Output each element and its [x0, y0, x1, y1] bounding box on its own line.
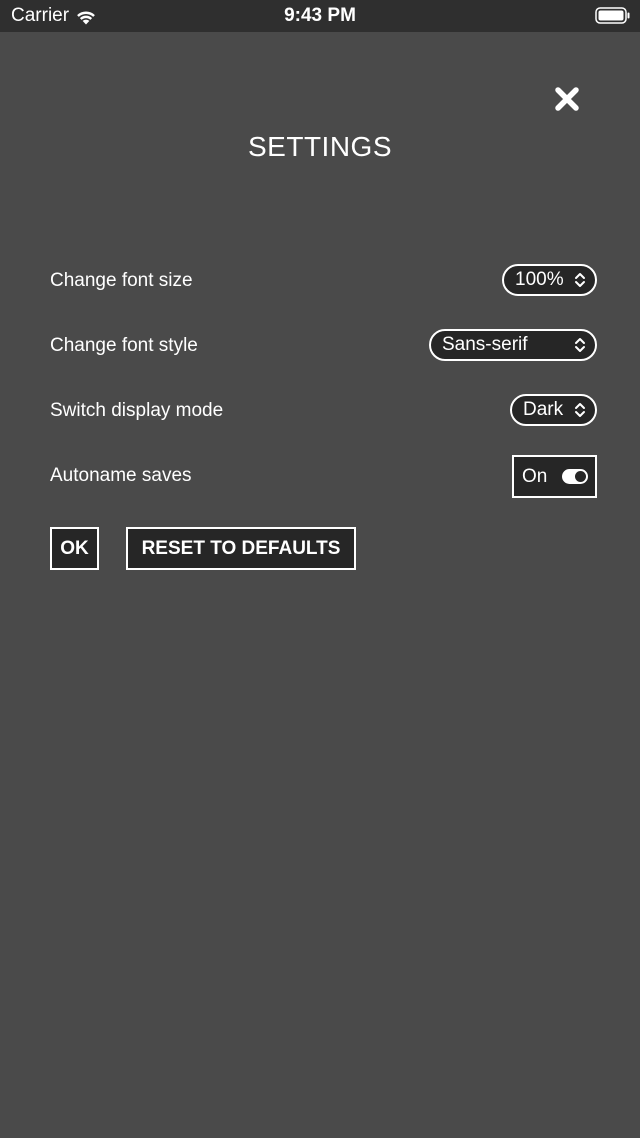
battery-icon [595, 7, 631, 24]
toggle-knob [575, 471, 586, 482]
toggle-switch-icon [562, 469, 588, 484]
status-bar: Carrier 9:43 PM [0, 0, 640, 32]
autoname-value: On [522, 465, 548, 487]
display-mode-label: Switch display mode [50, 400, 224, 421]
page-title: SETTINGS [247, 131, 392, 162]
chevron-up-down-icon [574, 402, 586, 418]
font-style-label: Change font style [50, 335, 198, 356]
close-button[interactable] [552, 84, 582, 114]
font-style-value: Sans-serif [442, 334, 528, 355]
status-time: 9:43 PM [284, 5, 356, 26]
chevron-up-down-icon [574, 272, 586, 288]
autoname-toggle[interactable]: On [512, 455, 597, 498]
display-mode-select[interactable]: Dark [510, 394, 597, 426]
autoname-label: Autoname saves [50, 465, 192, 486]
font-style-select[interactable]: Sans-serif [429, 329, 597, 361]
display-mode-value: Dark [523, 399, 564, 420]
font-size-label: Change font size [50, 270, 193, 291]
font-size-value: 100% [515, 269, 564, 290]
close-icon [552, 84, 582, 114]
ok-button[interactable]: OK [50, 527, 99, 570]
reset-to-defaults-button[interactable]: RESET TO DEFAULTS [126, 527, 356, 570]
chevron-up-down-icon [574, 337, 586, 353]
font-size-select[interactable]: 100% [502, 264, 597, 296]
